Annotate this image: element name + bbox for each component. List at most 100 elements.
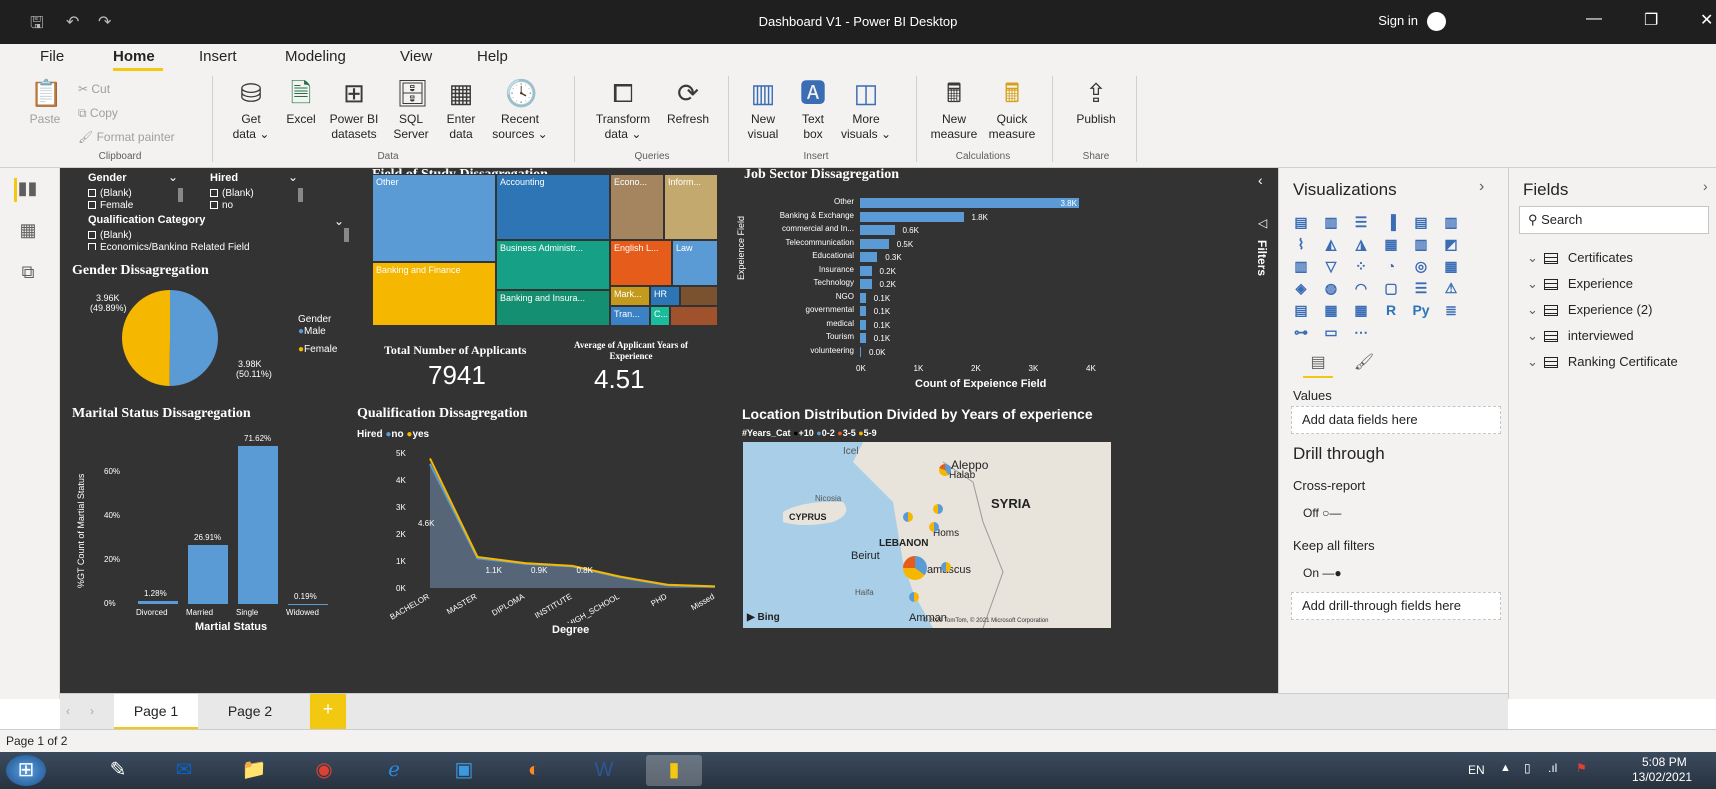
menu-file[interactable]: File xyxy=(40,48,64,65)
scatter-icon[interactable]: ⁘ xyxy=(1351,256,1371,276)
battery-icon[interactable]: ▯ xyxy=(1524,761,1531,775)
chevron-right-icon[interactable]: › xyxy=(90,704,94,718)
map-pie-marker[interactable] xyxy=(903,556,927,580)
word-icon[interactable]: W xyxy=(576,755,632,786)
slicer-icon[interactable]: ▤ xyxy=(1291,300,1311,320)
menu-view[interactable]: View xyxy=(400,48,432,65)
fields-well-icon[interactable]: ▤ xyxy=(1303,352,1333,378)
map-pie-marker[interactable] xyxy=(903,512,913,522)
treemap-tile[interactable]: Banking and Finance xyxy=(372,262,496,326)
filled-map-icon[interactable]: ◍ xyxy=(1321,278,1341,298)
line-column-icon[interactable]: ▦ xyxy=(1381,234,1401,254)
area-chart-icon[interactable]: ◭ xyxy=(1321,234,1341,254)
excel-button[interactable]: 🗎 Excel xyxy=(276,78,326,127)
multirow-card-icon[interactable]: ☰ xyxy=(1411,278,1431,298)
slicer-scrollbar[interactable] xyxy=(298,188,303,202)
qualification-area-chart[interactable]: 0K 1K 2K 3K 4K 5K 4.6K 1.1K 0.9K 0.8K BACHELOR MAST… xyxy=(360,443,730,623)
treemap-tile[interactable]: Mark... xyxy=(610,286,650,306)
field-of-study-treemap[interactable]: Other Accounting Econo... Inform... Busi… xyxy=(372,174,718,326)
treemap-tile[interactable]: C... xyxy=(650,306,670,326)
sql-server-button[interactable]: 🗄 SQL Server xyxy=(386,78,436,142)
minimize-button[interactable]: — xyxy=(1586,10,1602,28)
treemap-tile[interactable]: Tran... xyxy=(610,306,650,326)
waterfall-icon[interactable]: ▥ xyxy=(1291,256,1311,276)
table-icon[interactable]: ▦ xyxy=(1321,300,1341,320)
collapse-icon[interactable]: › xyxy=(1703,178,1708,194)
chevron-right-icon[interactable]: › xyxy=(1479,178,1484,196)
slicer-option[interactable]: no xyxy=(210,200,233,211)
100-column-icon[interactable]: ▥ xyxy=(1441,212,1461,232)
values-drop-zone[interactable]: Add data fields here xyxy=(1291,406,1501,434)
kpi-icon[interactable]: ⚠ xyxy=(1441,278,1461,298)
data-view-icon[interactable]: ▦ xyxy=(16,220,40,244)
more-visuals-button[interactable]: ◫ More visuals ⌄ xyxy=(838,78,894,142)
map-pie-marker[interactable] xyxy=(933,504,943,514)
report-view-icon[interactable]: ▮▮ xyxy=(14,178,38,202)
clock-date[interactable]: 13/02/2021 xyxy=(1632,770,1692,784)
slicer-option[interactable]: (Blank) xyxy=(88,230,132,241)
publish-button[interactable]: ⇪ Publish xyxy=(1068,78,1124,127)
language-indicator[interactable]: EN xyxy=(1468,763,1485,777)
pen-app-icon[interactable]: ✎ xyxy=(90,755,146,786)
location-map[interactable]: Aleppo Halab SYRIA CYPRUS LEBANON Beirut… xyxy=(743,442,1111,628)
menu-modeling[interactable]: Modeling xyxy=(285,48,346,65)
slicer-option[interactable]: Economics/Banking Related Field xyxy=(88,242,250,250)
ie-icon[interactable]: ℯ xyxy=(366,755,422,786)
outlook-icon[interactable]: ✉ xyxy=(156,755,212,786)
quick-measure-button[interactable]: 🖩 Quick measure xyxy=(984,78,1040,142)
slicer-scrollbar[interactable] xyxy=(344,228,349,242)
menu-home[interactable]: Home xyxy=(113,48,155,65)
bar-mark[interactable] xyxy=(860,252,878,262)
menu-help[interactable]: Help xyxy=(477,48,508,65)
stacked-area-icon[interactable]: ◮ xyxy=(1351,234,1371,254)
menu-insert[interactable]: Insert xyxy=(199,48,237,65)
funnel-icon[interactable]: ▽ xyxy=(1321,256,1341,276)
pie-icon[interactable]: ◔ xyxy=(1381,256,1401,276)
slicer-option[interactable]: (Blank) xyxy=(88,188,132,199)
powerbi-datasets-button[interactable]: ⊞ Power BI datasets xyxy=(326,78,382,142)
marital-bar-chart[interactable]: 1.28% Divorced 26.91% Married 71.62% Single 0.… xyxy=(90,418,340,618)
chevron-down-icon[interactable]: ⌄ xyxy=(168,170,178,184)
line-chart-icon[interactable]: ⌇ xyxy=(1291,234,1311,254)
treemap-tile[interactable]: Law xyxy=(672,240,718,286)
python-visual-icon[interactable]: Py xyxy=(1411,300,1431,320)
treemap-tile[interactable]: Banking and Insura... xyxy=(496,290,610,326)
treemap-tile[interactable]: English L... xyxy=(610,240,672,286)
treemap-tile[interactable]: Accounting xyxy=(496,174,610,240)
format-painter-button[interactable]: 🖌 Format painter xyxy=(78,130,175,144)
bar-mark[interactable] xyxy=(860,319,866,330)
clustered-bar-icon[interactable]: ☰ xyxy=(1351,212,1371,232)
filters-pane-collapsed[interactable]: ‹ ◁ Filters xyxy=(1248,168,1278,699)
fields-search-input[interactable]: ⚲ Search xyxy=(1519,206,1709,234)
matrix-icon[interactable]: ▦ xyxy=(1351,300,1371,320)
donut-icon[interactable]: ◎ xyxy=(1411,256,1431,276)
treemap-tile[interactable] xyxy=(670,306,718,326)
recent-sources-button[interactable]: 🕓 Recent sources ⌄ xyxy=(490,78,550,142)
explorer-icon[interactable]: 📁 xyxy=(226,755,282,786)
treemap-tile[interactable]: HR xyxy=(650,286,680,306)
firefox-icon[interactable]: ◐ xyxy=(506,755,562,786)
format-paint-icon[interactable]: 🖌 xyxy=(1349,352,1379,378)
field-table-experience[interactable]: ⌄ Experience xyxy=(1527,276,1633,292)
r-visual-icon[interactable]: R xyxy=(1381,300,1401,320)
stacked-column-icon[interactable]: ▥ xyxy=(1321,212,1341,232)
bar-mark[interactable] xyxy=(188,544,228,604)
bar-mark[interactable] xyxy=(860,346,861,357)
signal-icon[interactable]: .ıl xyxy=(1548,761,1557,775)
clustered-column-icon[interactable]: ▐ xyxy=(1381,212,1401,232)
bar-mark[interactable] xyxy=(860,279,872,289)
field-table-interviewed[interactable]: ⌄ interviewed xyxy=(1527,328,1634,344)
bar-mark[interactable] xyxy=(860,211,964,222)
field-table-certificates[interactable]: ⌄ Certificates xyxy=(1527,250,1633,266)
restore-button[interactable]: ❐ xyxy=(1644,10,1658,30)
treemap-icon[interactable]: ▦ xyxy=(1441,256,1461,276)
bar-mark[interactable] xyxy=(860,292,866,303)
new-measure-button[interactable]: 🖩 New measure xyxy=(926,78,982,142)
slicer-scrollbar[interactable] xyxy=(178,188,183,202)
drill-through-drop-zone[interactable]: Add drill-through fields here xyxy=(1291,592,1501,620)
chevron-down-icon[interactable]: ⌄ xyxy=(288,170,298,184)
copy-button[interactable]: ⧉ Copy xyxy=(78,106,118,121)
bar-mark[interactable] xyxy=(860,225,895,235)
slicer-option[interactable]: (Blank) xyxy=(210,188,254,199)
qa-icon[interactable]: ▭ xyxy=(1321,322,1341,342)
